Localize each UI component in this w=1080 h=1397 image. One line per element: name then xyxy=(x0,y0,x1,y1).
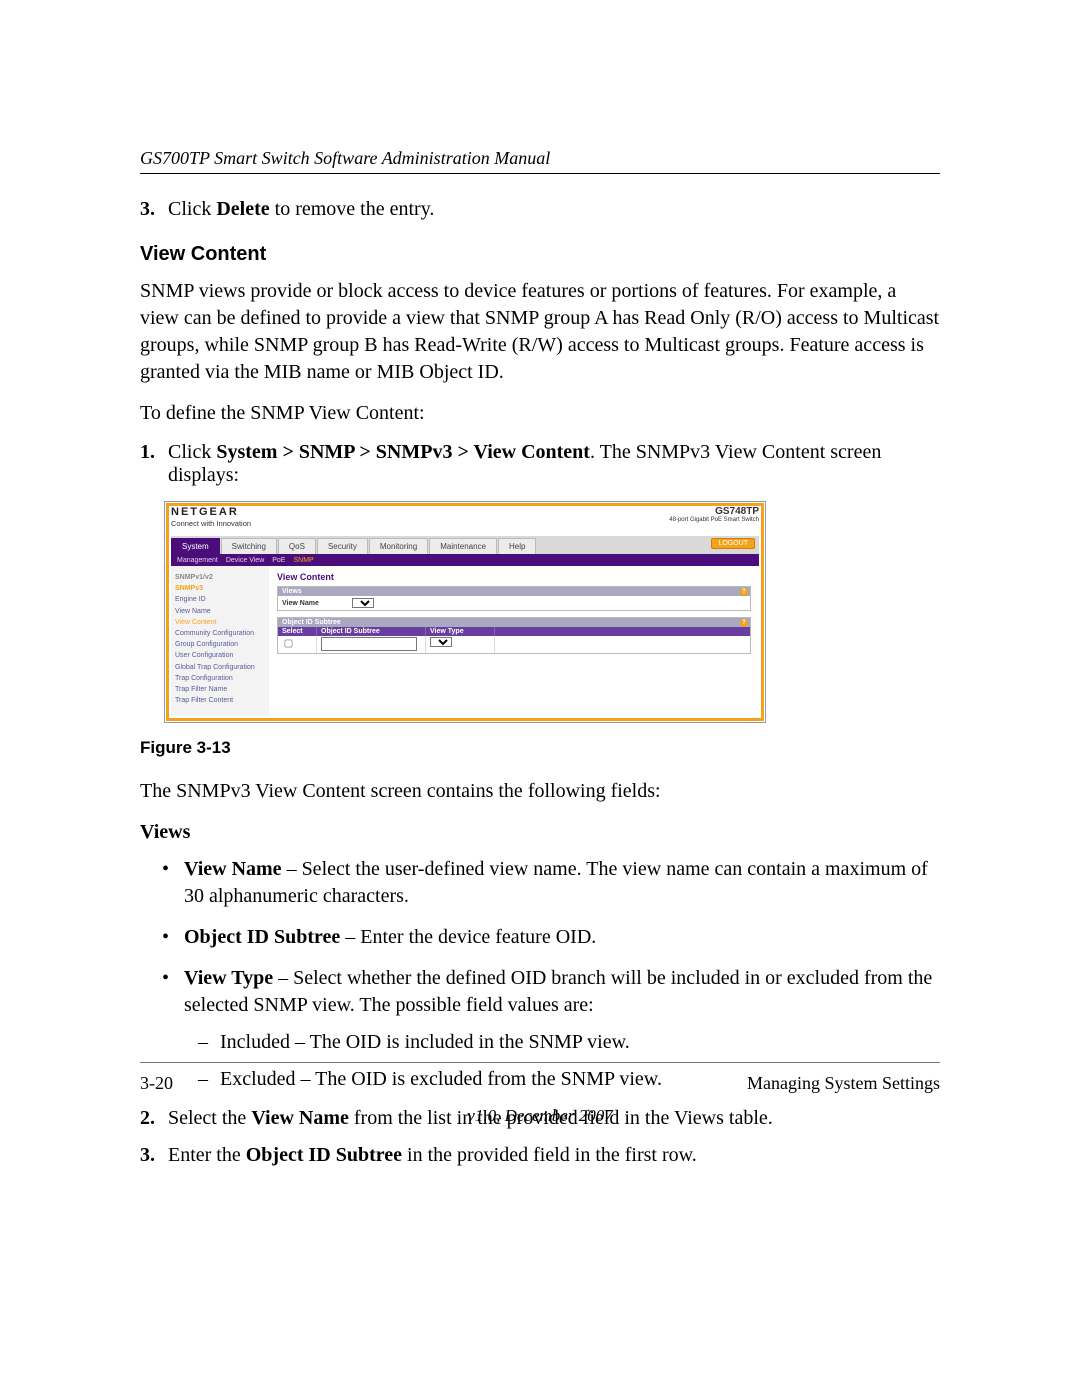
views-panel: Views? View Name xyxy=(277,586,751,611)
oid-panel: Object ID Subtree? Select Object ID Subt… xyxy=(277,617,751,654)
k: View Type xyxy=(184,967,273,989)
t: Enter the xyxy=(168,1144,246,1166)
tab-qos[interactable]: QoS xyxy=(278,538,316,554)
th-oid: Object ID Subtree xyxy=(317,627,426,636)
help-icon[interactable]: ? xyxy=(740,619,748,627)
view-name-select[interactable] xyxy=(352,598,374,608)
views-panel-header: Views xyxy=(282,588,302,595)
sidebar-group-v1v2: SNMPv1/v2 xyxy=(175,572,265,583)
figure-3-13-screenshot: NETGEAR Connect with Innovation GS748TP … xyxy=(164,501,766,723)
panel-title: View Content xyxy=(277,572,751,582)
running-header: GS700TP Smart Switch Software Administra… xyxy=(140,148,940,173)
tab-maintenance[interactable]: Maintenance xyxy=(429,538,497,554)
main-tabs: System Switching QoS Security Monitoring… xyxy=(171,536,759,556)
t: – Select whether the defined OID branch … xyxy=(184,967,932,1016)
sidebar-item[interactable]: Global Trap Configuration xyxy=(175,662,265,673)
t: to remove the entry. xyxy=(270,198,435,220)
t: Click xyxy=(168,198,216,220)
oid-input[interactable] xyxy=(321,637,417,651)
sidebar-item[interactable]: Trap Filter Content xyxy=(175,695,265,706)
step-1-text: Click System > SNMP > SNMPv3 > View Cont… xyxy=(168,441,940,487)
t: in the provided field in the first row. xyxy=(402,1144,697,1166)
netgear-logo: NETGEAR xyxy=(171,506,251,518)
after-figure-text: The SNMPv3 View Content screen contains … xyxy=(140,778,940,805)
logo-tagline: Connect with Innovation xyxy=(171,519,251,528)
t: – Select the user-defined view name. The… xyxy=(184,858,928,907)
nav-path: System > SNMP > SNMPv3 > View Content xyxy=(216,441,590,463)
step-3-marker: 3. xyxy=(140,198,168,221)
step-3b-text: Enter the Object ID Subtree in the provi… xyxy=(168,1144,940,1167)
view-type-select[interactable] xyxy=(430,637,452,647)
sidebar-item[interactable]: Trap Configuration xyxy=(175,673,265,684)
subtab-snmp[interactable]: SNMP xyxy=(293,557,313,564)
tab-system[interactable]: System xyxy=(171,538,220,554)
model-desc: 48-port Gigabit PoE Smart Switch xyxy=(669,517,759,523)
tab-switching[interactable]: Switching xyxy=(221,538,277,554)
model-number: GS748TP xyxy=(669,506,759,517)
subtab-poe[interactable]: PoE xyxy=(272,557,285,564)
sidebar-item[interactable]: Group Configuration xyxy=(175,639,265,650)
footer-rule xyxy=(140,1062,940,1063)
sub-tabs: Management Device View PoE SNMP xyxy=(171,554,759,566)
step-3-text: Click Delete to remove the entry. xyxy=(168,198,940,221)
k: Object ID Subtree xyxy=(184,926,340,948)
logout-button[interactable]: LOGOUT xyxy=(711,538,755,549)
subtab-management[interactable]: Management xyxy=(177,557,218,564)
t: – Enter the device feature OID. xyxy=(340,926,596,948)
sidebar-item[interactable]: Engine ID xyxy=(175,594,265,605)
view-content-heading: View Content xyxy=(140,243,940,266)
sidebar-item-view-content[interactable]: View Content xyxy=(175,617,265,628)
bullet-oid-subtree: Object ID Subtree – Enter the device fea… xyxy=(158,924,940,951)
tab-monitoring[interactable]: Monitoring xyxy=(369,538,428,554)
bullet-view-name: View Name – Select the user-defined view… xyxy=(158,856,940,910)
row-select-checkbox[interactable] xyxy=(285,640,293,648)
intro-paragraph: SNMP views provide or block access to de… xyxy=(140,278,940,386)
sidebar-group-v3: SNMPv3 xyxy=(175,583,265,594)
subtab-device-view[interactable]: Device View xyxy=(226,557,264,564)
k: View Name xyxy=(184,858,282,880)
step-1-marker: 1. xyxy=(140,441,168,487)
k: Object ID Subtree xyxy=(246,1144,402,1166)
th-view-type: View Type xyxy=(426,627,495,636)
sidebar-item[interactable]: View Name xyxy=(175,606,265,617)
version-line: v1.0, December 2007 xyxy=(140,1106,940,1126)
oid-panel-header: Object ID Subtree xyxy=(282,619,341,626)
page-number: 3-20 xyxy=(140,1073,173,1094)
tab-help[interactable]: Help xyxy=(498,538,536,554)
to-define-line: To define the SNMP View Content: xyxy=(140,400,940,427)
section-name: Managing System Settings xyxy=(747,1073,940,1094)
delete-keyword: Delete xyxy=(216,198,269,220)
figure-label: Figure 3-13 xyxy=(140,737,940,760)
header-rule xyxy=(140,173,940,174)
sidebar-item[interactable]: Trap Filter Name xyxy=(175,684,265,695)
help-icon[interactable]: ? xyxy=(740,588,748,596)
views-subheading: Views xyxy=(140,819,940,846)
sidebar: SNMPv1/v2 SNMPv3 Engine ID View Name Vie… xyxy=(171,566,269,716)
step-3b-marker: 3. xyxy=(140,1144,168,1167)
sidebar-item[interactable]: Community Configuration xyxy=(175,628,265,639)
view-name-label: View Name xyxy=(282,600,352,607)
th-select: Select xyxy=(278,627,317,636)
sidebar-item[interactable]: User Configuration xyxy=(175,650,265,661)
tab-security[interactable]: Security xyxy=(317,538,368,554)
t: Click xyxy=(168,441,216,463)
